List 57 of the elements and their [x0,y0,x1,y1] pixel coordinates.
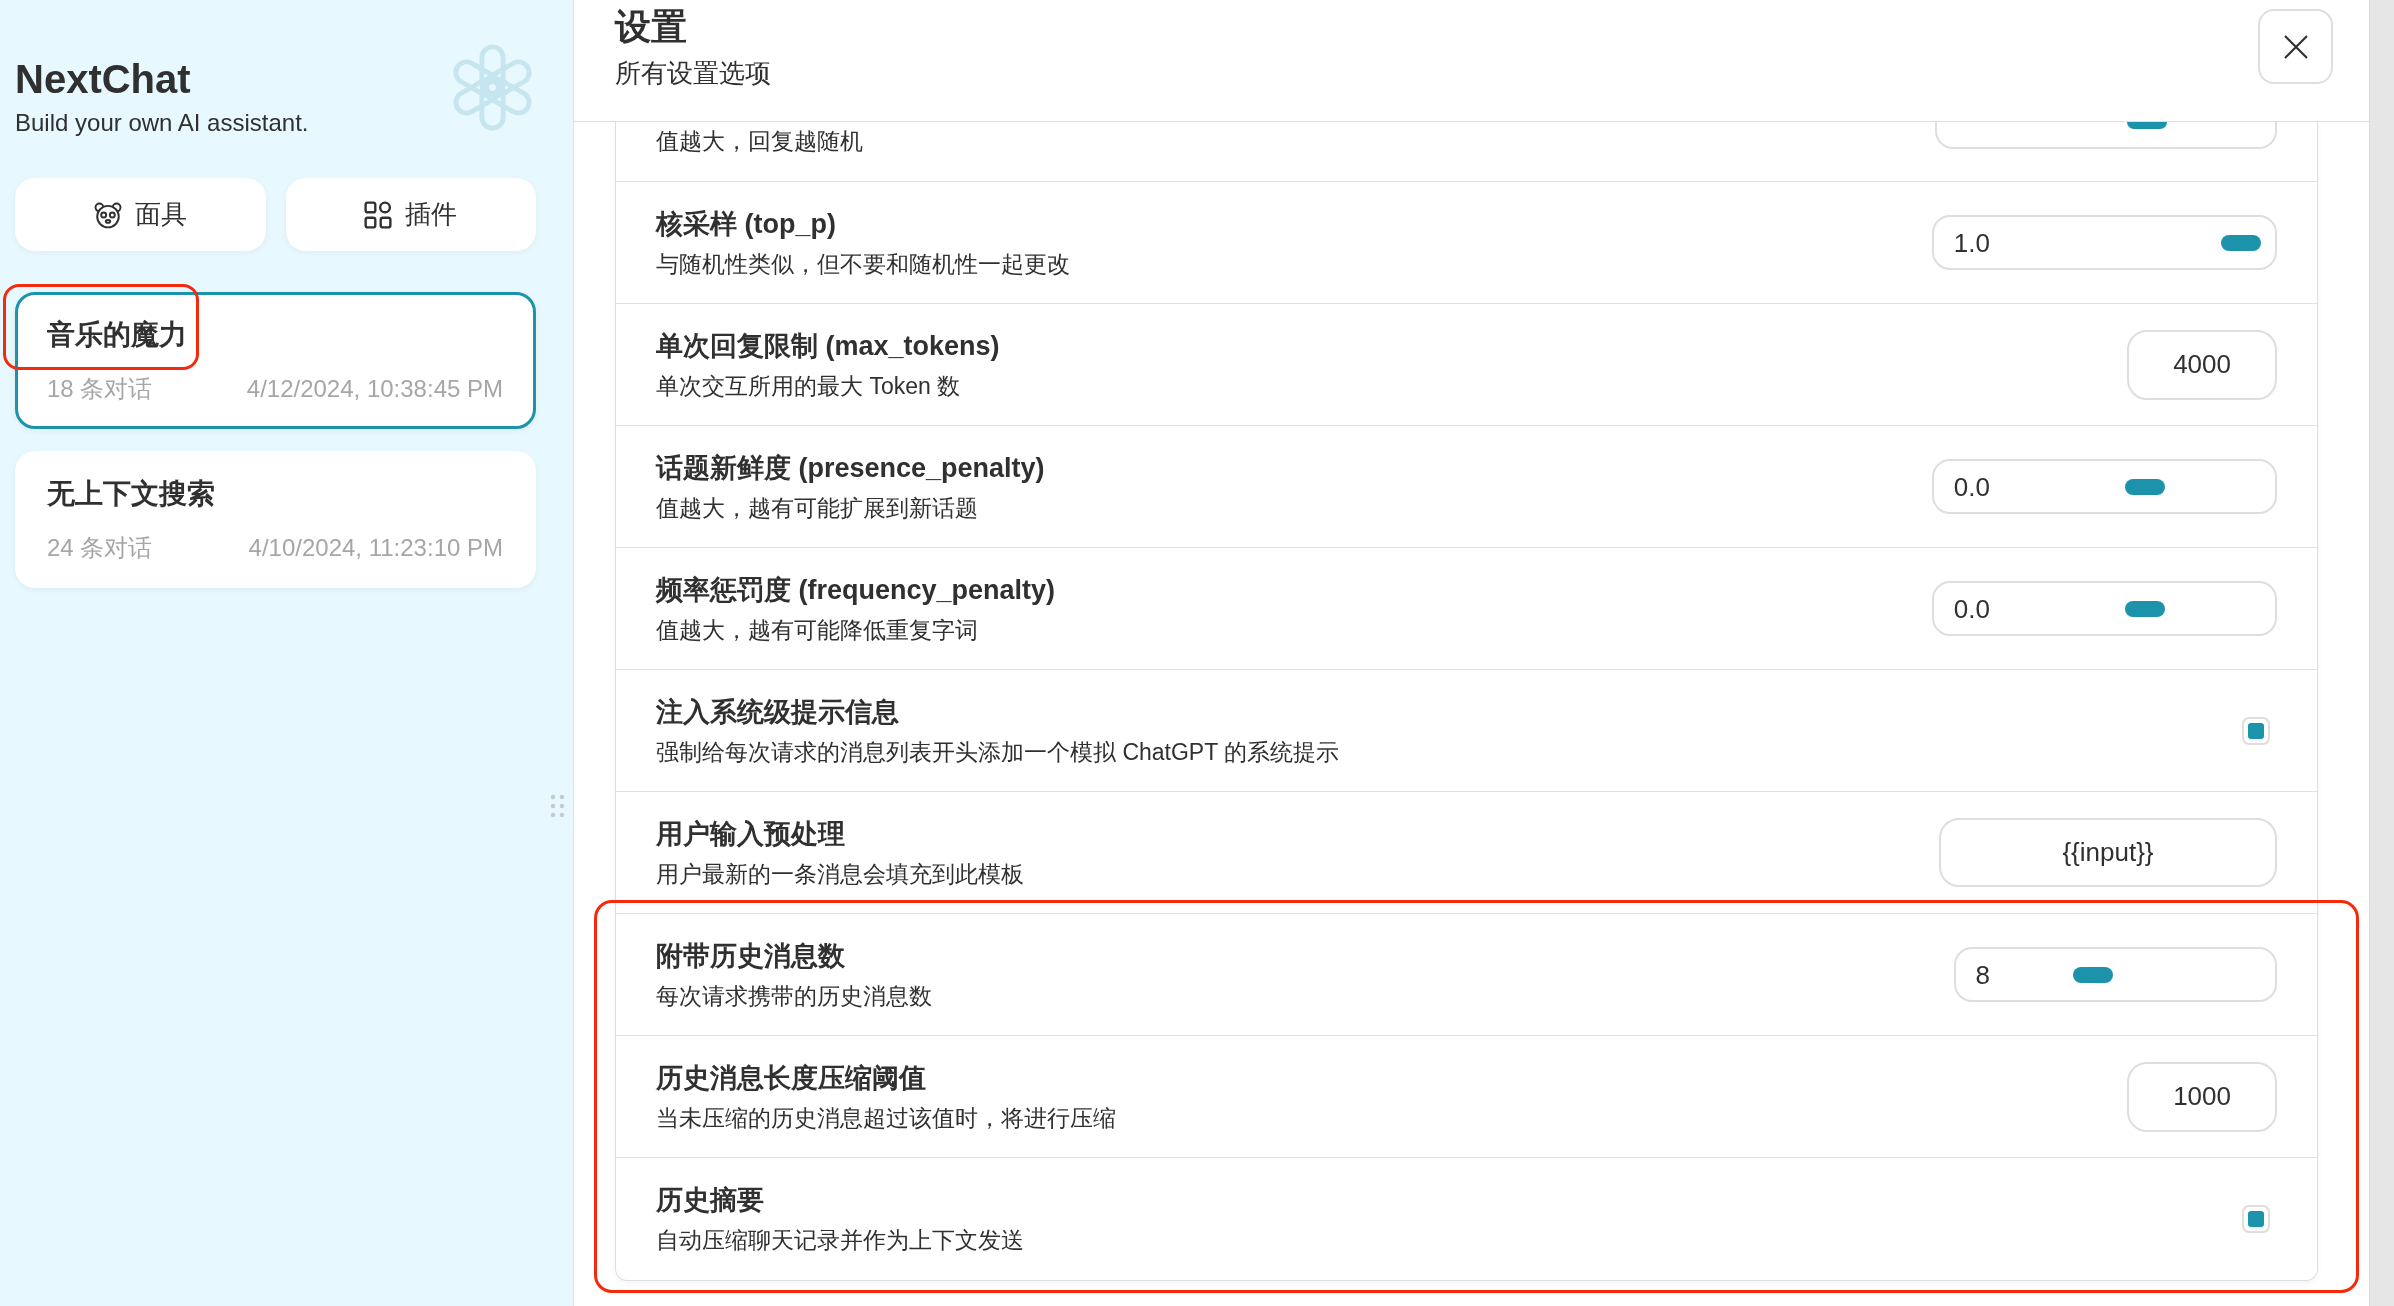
setting-description: 值越大，回复越随机 [656,127,863,156]
settings-subtitle: 所有设置选项 [615,57,771,90]
squares-grid-icon [364,200,393,229]
slider-thumb[interactable] [2125,600,2166,617]
setting-description: 每次请求携带的历史消息数 [656,981,932,1011]
mask-button[interactable]: 面具 [15,178,266,251]
session-title: 音乐的魔力 [47,318,187,352]
setting-title: 核采样 (top_p) [656,207,837,241]
setting-title: 单次回复限制 (max_tokens) [656,329,1000,363]
setting-description: 用户最新的一条消息会填充到此模板 [656,859,1024,889]
setting-description: 值越大，越有可能扩展到新话题 [656,493,979,523]
setting-title: 频率惩罚度 (frequency_penalty) [656,573,1056,607]
slider-field[interactable]: 0.0 [1931,459,2277,514]
slider-field[interactable] [1935,122,2277,149]
checkbox[interactable] [2242,1205,2270,1233]
setting-title: 历史摘要 [656,1184,765,1217]
text-field[interactable]: {{input}} [1939,818,2277,887]
close-icon [2283,34,2308,59]
checkbox[interactable] [2242,716,2270,745]
setting-description: 单次交互所用的最大 Token 数 [656,371,962,401]
slider-value: 1.0 [1953,226,1990,259]
session-time: 4/10/2024, 11:23:10 PM [248,533,503,563]
message-count: 18 条对话 [47,374,153,404]
setting-title: 注入系统级提示信息 [656,695,900,729]
setting-description: 值越大，越有可能降低重复字词 [656,615,979,645]
scrollbar[interactable] [2369,0,2394,1306]
slider-value: 0.0 [1953,592,1990,625]
slider-field[interactable]: 8 [1953,947,2277,1002]
number-field[interactable]: 1000 [2127,1061,2277,1132]
slider-thumb[interactable] [2220,234,2261,251]
setting-description: 与随机性类似，但不要和随机性一起更改 [656,249,1070,279]
session-title: 无上下文搜索 [47,477,215,511]
setting-title: 附带历史消息数 [656,939,846,973]
slider-thumb[interactable] [2126,122,2167,129]
app-title: NextChat [15,56,192,103]
message-count: 24 条对话 [47,533,153,563]
setting-title: 历史消息长度压缩阈值 [656,1061,927,1095]
plugin-button[interactable]: 插件 [285,178,536,251]
session-time: 4/12/2024, 10:38:45 PM [246,374,503,404]
drag-handle-icon[interactable] [550,794,565,818]
slider-field[interactable]: 1.0 [1931,215,2277,270]
number-field[interactable]: 4000 [2127,329,2277,400]
setting-title: 话题新鲜度 (presence_penalty) [656,451,1045,485]
slider-value: 0.0 [1953,470,1990,503]
close-button[interactable] [2258,9,2333,84]
app-subtitle: Build your own AI assistant. [15,108,309,138]
settings-title: 设置 [615,5,688,49]
setting-title: 用户输入预处理 [656,817,846,851]
bear-face-icon [93,200,122,229]
setting-description: 当未压缩的历史消息超过该值时，将进行压缩 [656,1103,1116,1133]
chat-session-item[interactable]: 无上下文搜索 24 条对话 4/10/2024, 11:23:10 PM [15,451,536,588]
slider-field[interactable]: 0.0 [1931,581,2277,636]
setting-description: 自动压缩聊天记录并作为上下文发送 [656,1226,1024,1255]
setting-description: 强制给每次请求的消息列表开头添加一个模拟 ChatGPT 的系统提示 [656,737,1340,767]
slider-value: 8 [1975,958,1990,991]
slider-thumb[interactable] [2125,478,2166,495]
slider-thumb[interactable] [2072,966,2113,983]
